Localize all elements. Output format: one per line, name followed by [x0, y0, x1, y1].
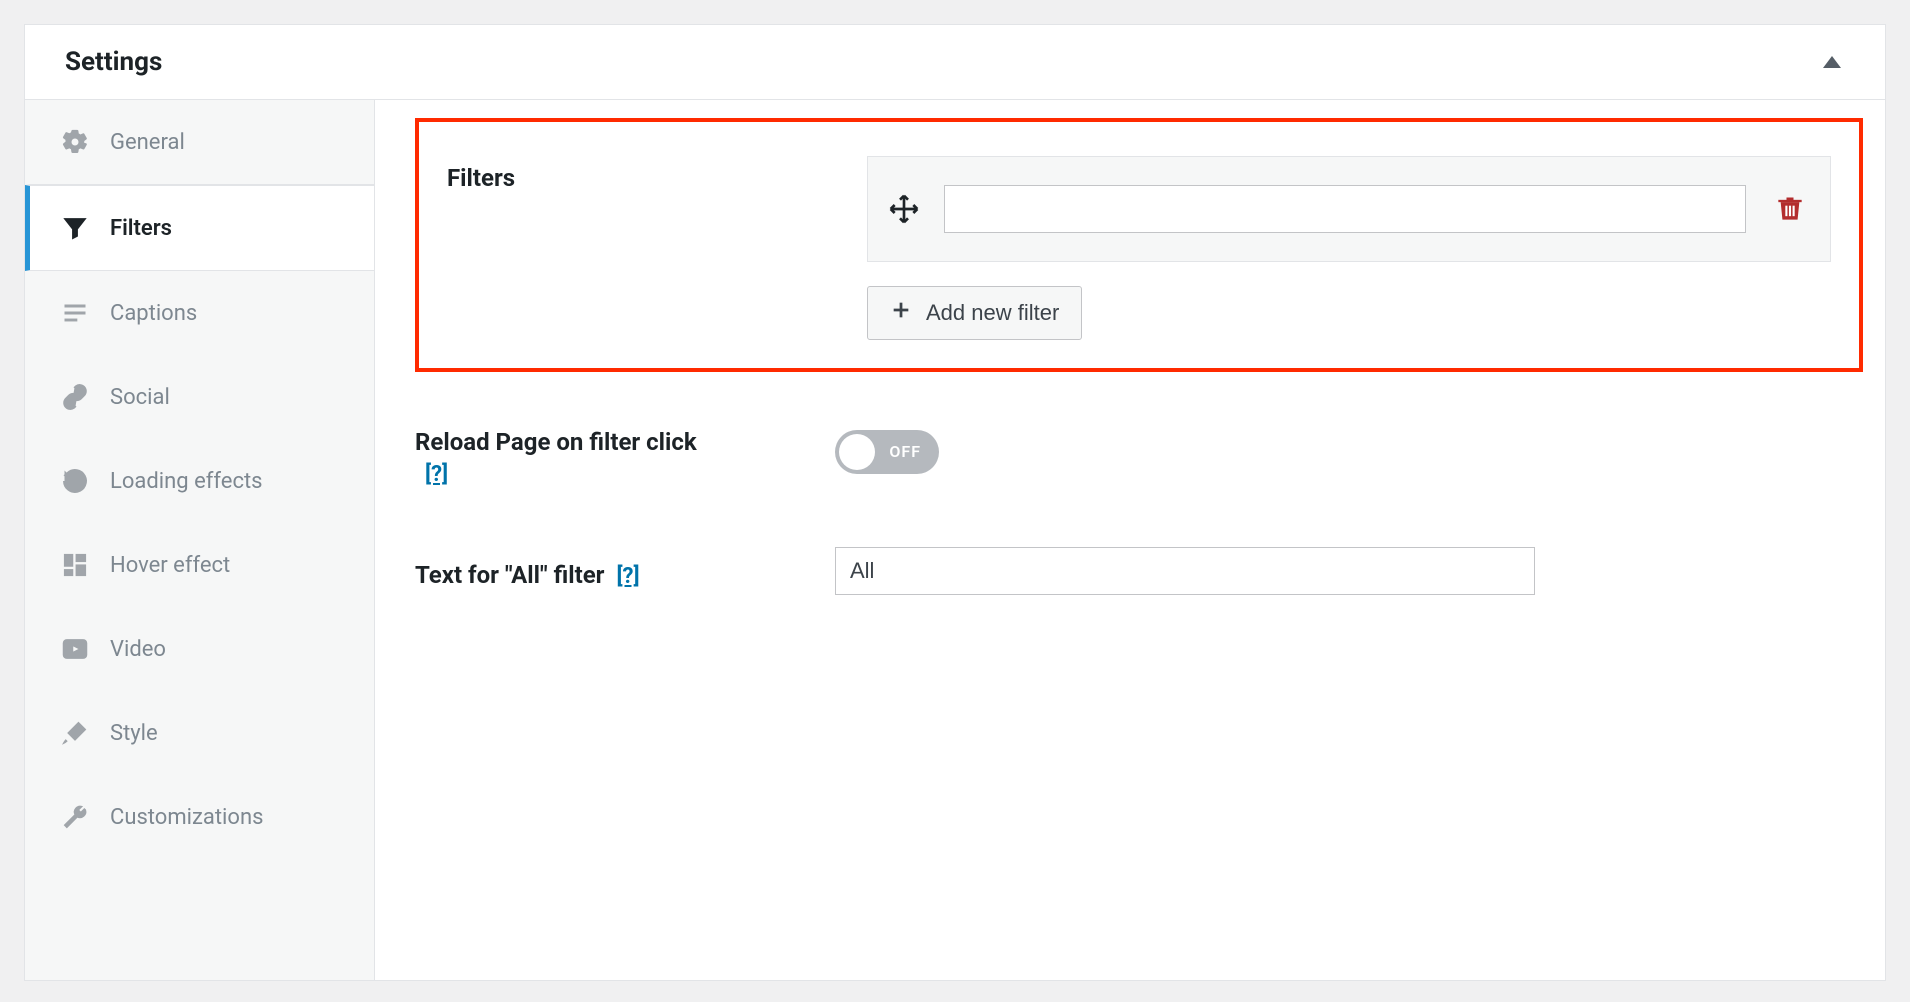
link-icon [60, 383, 90, 411]
reload-page-row: Reload Page on filter click [?] OFF [415, 420, 1863, 487]
sidebar-item-label: Loading effects [110, 469, 263, 494]
paint-brush-icon [60, 719, 90, 747]
sidebar-item-general[interactable]: General [25, 100, 374, 185]
sidebar-item-video[interactable]: Video [25, 607, 374, 691]
sidebar-item-social[interactable]: Social [25, 355, 374, 439]
reload-icon [60, 467, 90, 495]
all-filter-text-row: Text for "All" filter [?] [415, 547, 1863, 595]
sidebar-item-label: General [110, 130, 185, 155]
settings-content: Filters [375, 100, 1885, 980]
toggle-knob [839, 434, 875, 470]
sidebar-item-hover-effect[interactable]: Hover effect [25, 523, 374, 607]
filter-name-input[interactable] [944, 185, 1746, 233]
settings-panel: Settings General Filters Captions [24, 24, 1886, 981]
add-new-filter-button[interactable]: Add new filter [867, 286, 1082, 340]
reload-page-toggle[interactable]: OFF [835, 430, 939, 474]
wrench-icon [60, 803, 90, 831]
panel-title: Settings [65, 47, 162, 77]
sidebar-item-label: Style [110, 721, 158, 746]
sidebar-item-style[interactable]: Style [25, 691, 374, 775]
captions-icon [60, 299, 90, 327]
all-filter-label-text: Text for "All" filter [415, 561, 604, 589]
sidebar-item-filters[interactable]: Filters [25, 185, 374, 271]
sidebar-item-label: Captions [110, 301, 197, 326]
filters-highlight-box: Filters [415, 118, 1863, 372]
sidebar-item-captions[interactable]: Captions [25, 271, 374, 355]
gear-icon [60, 128, 90, 156]
collapse-up-icon[interactable] [1823, 56, 1841, 68]
grid-icon [60, 551, 90, 579]
video-play-icon [60, 635, 90, 663]
reload-page-label: Reload Page on filter click [?] [415, 420, 815, 487]
sidebar-item-label: Hover effect [110, 553, 230, 578]
panel-header: Settings [25, 25, 1885, 100]
filters-heading: Filters [447, 156, 847, 192]
sidebar-item-label: Customizations [110, 805, 263, 830]
trash-icon [1776, 211, 1804, 226]
all-filter-label: Text for "All" filter [?] [415, 553, 815, 589]
sidebar-item-label: Video [110, 637, 166, 662]
drag-move-icon[interactable] [888, 193, 920, 225]
plus-icon [890, 299, 912, 327]
reload-page-help-link[interactable]: [?] [425, 462, 815, 487]
sidebar-item-customizations[interactable]: Customizations [25, 775, 374, 859]
all-filter-help-link[interactable]: [?] [616, 564, 639, 589]
panel-body: General Filters Captions Social [25, 100, 1885, 980]
toggle-state-label: OFF [889, 442, 921, 461]
reload-page-label-text: Reload Page on filter click [415, 428, 697, 456]
settings-sidebar: General Filters Captions Social [25, 100, 375, 980]
sidebar-item-label: Social [110, 385, 170, 410]
sidebar-item-label: Filters [110, 216, 172, 241]
delete-filter-button[interactable] [1770, 193, 1810, 226]
funnel-icon [60, 214, 90, 242]
filter-row [867, 156, 1831, 262]
sidebar-item-loading-effects[interactable]: Loading effects [25, 439, 374, 523]
add-filter-label: Add new filter [926, 300, 1059, 326]
all-filter-text-input[interactable] [835, 547, 1535, 595]
